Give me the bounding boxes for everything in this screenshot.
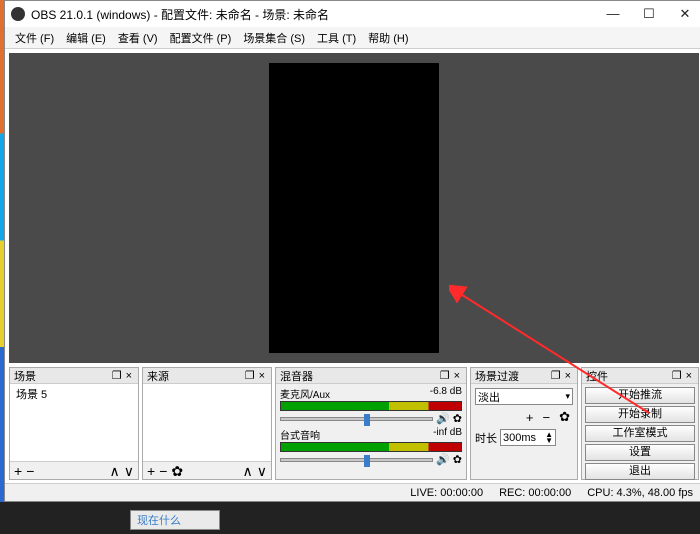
preview-canvas [269, 63, 439, 353]
status-cpu: CPU: 4.3%, 48.00 fps [587, 487, 693, 499]
panel-transitions-close-icon[interactable]: × [563, 370, 573, 382]
audio-meter [280, 442, 462, 452]
scene-remove-button[interactable]: − [26, 464, 34, 478]
mixer-channel-db: -6.8 dB [430, 386, 462, 401]
speaker-icon[interactable]: 🔊 [436, 412, 450, 425]
window-title: OBS 21.0.1 (windows) - 配置文件: 未命名 - 场景: 未… [31, 6, 595, 23]
volume-slider[interactable] [280, 458, 433, 462]
exit-button[interactable]: 退出 [585, 463, 695, 480]
taskbar-item[interactable]: 现在什么 [130, 510, 220, 530]
sources-list[interactable] [143, 384, 271, 461]
transition-duration-spinbox[interactable]: 300ms ▲▼ [500, 429, 556, 446]
mixer-settings-icon[interactable]: ✿ [453, 453, 462, 466]
panel-controls-title: 控件 [586, 368, 670, 384]
panel-mixer-popout-icon[interactable]: ❐ [438, 369, 452, 382]
obs-app-icon [11, 7, 25, 21]
panel-transitions: 场景过渡 ❐ × 淡出 + − ✿ 时长 300ms ▲▼ [470, 367, 578, 480]
mixer-channel-mic: 麦克风/Aux -6.8 dB 🔊 ✿ [276, 384, 466, 425]
source-add-button[interactable]: + [147, 464, 155, 478]
source-settings-button[interactable]: ✿ [171, 464, 183, 478]
menu-edit[interactable]: 编辑 (E) [60, 28, 112, 48]
titlebar: OBS 21.0.1 (windows) - 配置文件: 未命名 - 场景: 未… [5, 1, 700, 27]
source-up-button[interactable]: ∧ [243, 464, 253, 478]
scene-down-button[interactable]: ∨ [124, 464, 134, 478]
panel-transitions-popout-icon[interactable]: ❐ [549, 369, 563, 382]
panel-mixer-close-icon[interactable]: × [452, 370, 462, 382]
mixer-channel-name: 麦克风/Aux [280, 386, 430, 401]
panel-sources-close-icon[interactable]: × [257, 370, 267, 382]
scene-add-button[interactable]: + [14, 464, 22, 478]
menu-profile[interactable]: 配置文件 (P) [164, 28, 238, 48]
statusbar: LIVE: 00:00:00 REC: 00:00:00 CPU: 4.3%, … [5, 483, 700, 501]
source-remove-button[interactable]: − [159, 464, 167, 478]
mixer-channel-name: 台式音响 [280, 427, 433, 442]
start-stream-button[interactable]: 开始推流 [585, 387, 695, 404]
menu-view[interactable]: 查看 (V) [112, 28, 164, 48]
volume-slider[interactable] [280, 417, 433, 421]
panel-sources-title: 来源 [147, 368, 243, 384]
status-rec: REC: 00:00:00 [499, 487, 571, 499]
panel-sources: 来源 ❐ × + − ✿ ∧ ∨ [142, 367, 272, 480]
panel-scenes-title: 场景 [14, 368, 110, 384]
speaker-icon[interactable]: 🔊 [436, 453, 450, 466]
menubar: 文件 (F) 编辑 (E) 查看 (V) 配置文件 (P) 场景集合 (S) 工… [5, 27, 700, 49]
minimize-button[interactable]: — [595, 1, 631, 27]
maximize-button[interactable]: ☐ [631, 1, 667, 27]
panel-mixer-title: 混音器 [280, 368, 438, 384]
mixer-settings-icon[interactable]: ✿ [453, 412, 462, 425]
scene-up-button[interactable]: ∧ [110, 464, 120, 478]
menu-file[interactable]: 文件 (F) [9, 28, 60, 48]
panel-controls: 控件 ❐ × 开始推流 开始录制 工作室模式 设置 退出 [581, 367, 699, 480]
menu-scenes[interactable]: 场景集合 (S) [237, 28, 311, 48]
audio-meter [280, 401, 462, 411]
obs-window: OBS 21.0.1 (windows) - 配置文件: 未命名 - 场景: 未… [4, 0, 700, 502]
transition-remove-button[interactable]: − [540, 410, 554, 425]
panel-controls-close-icon[interactable]: × [684, 370, 694, 382]
start-record-button[interactable]: 开始录制 [585, 406, 695, 423]
transition-duration-label: 时长 [475, 430, 497, 446]
panel-scenes-popout-icon[interactable]: ❐ [110, 369, 124, 382]
scenes-list[interactable]: 场景 5 [10, 384, 138, 461]
status-live: LIVE: 00:00:00 [410, 487, 483, 499]
source-down-button[interactable]: ∨ [257, 464, 267, 478]
transition-add-button[interactable]: + [523, 410, 537, 425]
preview-area[interactable] [9, 53, 699, 363]
panel-controls-popout-icon[interactable]: ❐ [670, 369, 684, 382]
transition-select[interactable]: 淡出 [475, 388, 573, 405]
close-button[interactable]: ✕ [667, 1, 700, 27]
mixer-channel-db: -inf dB [433, 427, 462, 442]
transition-settings-icon[interactable]: ✿ [556, 409, 573, 425]
menu-help[interactable]: 帮助 (H) [362, 28, 414, 48]
panel-mixer: 混音器 ❐ × 麦克风/Aux -6.8 dB 🔊 ✿ [275, 367, 467, 480]
studio-mode-button[interactable]: 工作室模式 [585, 425, 695, 442]
mixer-channel-desktop: 台式音响 -inf dB 🔊 ✿ [276, 425, 466, 466]
scene-list-item[interactable]: 场景 5 [10, 384, 138, 404]
settings-button[interactable]: 设置 [585, 444, 695, 461]
panels-row: 场景 ❐ × 场景 5 + − ∧ ∨ 来源 ❐ × [5, 367, 700, 483]
panel-transitions-title: 场景过渡 [475, 368, 549, 384]
desktop-bottom-strip: 现在什么 [0, 502, 700, 534]
panel-sources-popout-icon[interactable]: ❐ [243, 369, 257, 382]
panel-scenes-close-icon[interactable]: × [124, 370, 134, 382]
panel-scenes: 场景 ❐ × 场景 5 + − ∧ ∨ [9, 367, 139, 480]
menu-tools[interactable]: 工具 (T) [311, 28, 362, 48]
